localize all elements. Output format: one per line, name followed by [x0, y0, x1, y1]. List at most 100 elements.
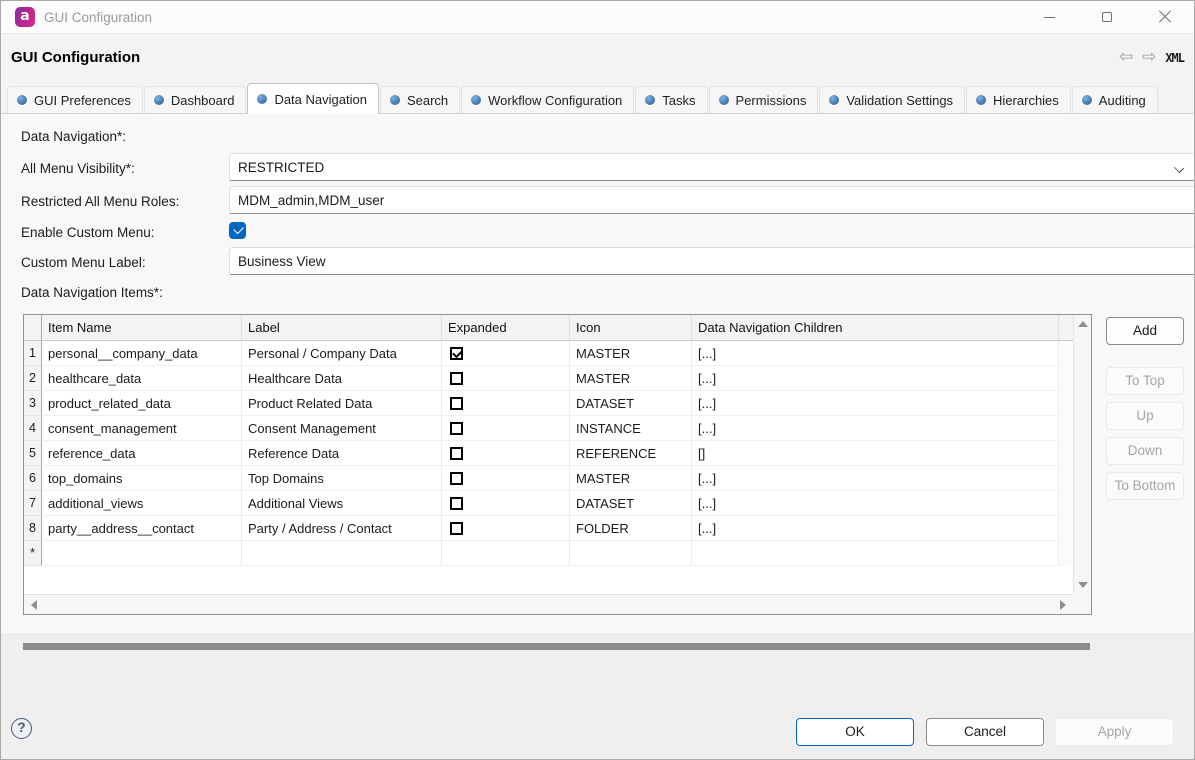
forward-arrow-icon[interactable]: ⇨ [1142, 49, 1156, 66]
cell-item-name[interactable]: consent_management [42, 416, 242, 441]
tab-tasks[interactable]: Tasks [635, 86, 707, 113]
cell-label[interactable]: Consent Management [242, 416, 442, 441]
scroll-down-icon[interactable] [1078, 582, 1088, 588]
close-button[interactable] [1136, 1, 1194, 33]
expanded-checkbox[interactable] [450, 372, 463, 385]
cell-expanded[interactable] [442, 366, 570, 391]
to-bottom-button[interactable]: To Bottom [1106, 472, 1184, 500]
cell-expanded[interactable] [442, 441, 570, 466]
tab-workflow-configuration[interactable]: Workflow Configuration [461, 86, 634, 113]
scroll-right-icon[interactable] [1060, 600, 1066, 610]
cell-children[interactable] [692, 541, 1059, 566]
cell-icon[interactable]: MASTER [570, 341, 692, 366]
tab-gui-preferences[interactable]: GUI Preferences [7, 86, 143, 113]
cell-expanded[interactable] [442, 341, 570, 366]
enable-custom-menu-checkbox[interactable] [229, 222, 246, 239]
cell-icon[interactable]: FOLDER [570, 516, 692, 541]
cell-icon[interactable] [570, 541, 692, 566]
cell-item-name[interactable]: personal__company_data [42, 341, 242, 366]
cell-children[interactable]: [...] [692, 366, 1059, 391]
scroll-up-icon[interactable] [1078, 321, 1088, 327]
splitter-handle[interactable] [23, 643, 1090, 650]
cell-icon[interactable]: REFERENCE [570, 441, 692, 466]
column-header-item-name[interactable]: Item Name [42, 315, 242, 341]
expanded-checkbox[interactable] [450, 522, 463, 535]
maximize-button[interactable] [1078, 1, 1136, 33]
tab-validation-settings[interactable]: Validation Settings [819, 86, 965, 113]
cell-children[interactable]: [...] [692, 341, 1059, 366]
scroll-left-icon[interactable] [31, 600, 37, 610]
vertical-scrollbar[interactable] [1073, 315, 1091, 594]
cell-item-name[interactable] [42, 541, 242, 566]
cell-expanded[interactable] [442, 516, 570, 541]
cell-label[interactable] [242, 541, 442, 566]
cell-children[interactable]: [] [692, 441, 1059, 466]
cell-children[interactable]: [...] [692, 416, 1059, 441]
horizontal-scrollbar[interactable] [24, 594, 1073, 614]
expanded-checkbox[interactable] [450, 422, 463, 435]
up-button[interactable]: Up [1106, 402, 1184, 430]
ok-button[interactable]: OK [796, 718, 914, 746]
cell-item-name[interactable]: additional_views [42, 491, 242, 516]
column-header-children[interactable]: Data Navigation Children [692, 315, 1059, 341]
expanded-checkbox[interactable] [450, 347, 463, 360]
restricted-roles-input[interactable]: MDM_admin,MDM_user [229, 186, 1195, 214]
expanded-checkbox[interactable] [450, 497, 463, 510]
cell-label[interactable]: Additional Views [242, 491, 442, 516]
cell-label[interactable]: Party / Address / Contact [242, 516, 442, 541]
tab-permissions[interactable]: Permissions [709, 86, 819, 113]
cell-icon[interactable]: MASTER [570, 366, 692, 391]
cell-expanded[interactable] [442, 391, 570, 416]
table-row[interactable]: 1 personal__company_data Personal / Comp… [24, 341, 1073, 366]
cell-expanded[interactable] [442, 416, 570, 441]
add-button[interactable]: Add [1106, 317, 1184, 345]
cell-icon[interactable]: DATASET [570, 391, 692, 416]
down-button[interactable]: Down [1106, 437, 1184, 465]
all-menu-visibility-select[interactable]: RESTRICTED [229, 153, 1195, 181]
xml-view-button[interactable]: XML [1165, 51, 1184, 65]
cell-item-name[interactable]: product_related_data [42, 391, 242, 416]
minimize-button[interactable] [1020, 1, 1078, 33]
cell-item-name[interactable]: healthcare_data [42, 366, 242, 391]
back-arrow-icon[interactable]: ⇦ [1119, 49, 1133, 66]
cell-item-name[interactable]: top_domains [42, 466, 242, 491]
cell-children[interactable]: [...] [692, 391, 1059, 416]
table-row[interactable]: 6 top_domains Top Domains MASTER [...] [24, 466, 1073, 491]
table-row[interactable]: 4 consent_management Consent Management … [24, 416, 1073, 441]
cell-children[interactable]: [...] [692, 516, 1059, 541]
cell-expanded[interactable] [442, 541, 570, 566]
table-row[interactable]: 2 healthcare_data Healthcare Data MASTER… [24, 366, 1073, 391]
table-row[interactable]: 7 additional_views Additional Views DATA… [24, 491, 1073, 516]
table-row[interactable]: 8 party__address__contact Party / Addres… [24, 516, 1073, 541]
tab-hierarchies[interactable]: Hierarchies [966, 86, 1071, 113]
column-header-icon[interactable]: Icon [570, 315, 692, 341]
cell-icon[interactable]: DATASET [570, 491, 692, 516]
cell-label[interactable]: Reference Data [242, 441, 442, 466]
help-icon[interactable]: ? [11, 718, 32, 739]
cell-item-name[interactable]: party__address__contact [42, 516, 242, 541]
cell-icon[interactable]: MASTER [570, 466, 692, 491]
column-header-expanded[interactable]: Expanded [442, 315, 570, 341]
cell-children[interactable]: [...] [692, 466, 1059, 491]
cell-icon[interactable]: INSTANCE [570, 416, 692, 441]
apply-button[interactable]: Apply [1055, 718, 1174, 746]
table-row[interactable]: 5 reference_data Reference Data REFERENC… [24, 441, 1073, 466]
expanded-checkbox[interactable] [450, 472, 463, 485]
cancel-button[interactable]: Cancel [926, 718, 1044, 746]
cell-label[interactable]: Personal / Company Data [242, 341, 442, 366]
tab-dashboard[interactable]: Dashboard [144, 86, 247, 113]
cell-expanded[interactable] [442, 466, 570, 491]
cell-label[interactable]: Healthcare Data [242, 366, 442, 391]
cell-children[interactable]: [...] [692, 491, 1059, 516]
to-top-button[interactable]: To Top [1106, 367, 1184, 395]
expanded-checkbox[interactable] [450, 397, 463, 410]
cell-expanded[interactable] [442, 491, 570, 516]
custom-menu-label-input[interactable]: Business View [229, 247, 1195, 275]
tab-auditing[interactable]: Auditing [1072, 86, 1158, 113]
column-header-label[interactable]: Label [242, 315, 442, 341]
expanded-checkbox[interactable] [450, 447, 463, 460]
cell-item-name[interactable]: reference_data [42, 441, 242, 466]
table-row[interactable]: 3 product_related_data Product Related D… [24, 391, 1073, 416]
tab-data-navigation[interactable]: Data Navigation [247, 83, 379, 114]
table-new-row[interactable]: * [24, 541, 1073, 566]
